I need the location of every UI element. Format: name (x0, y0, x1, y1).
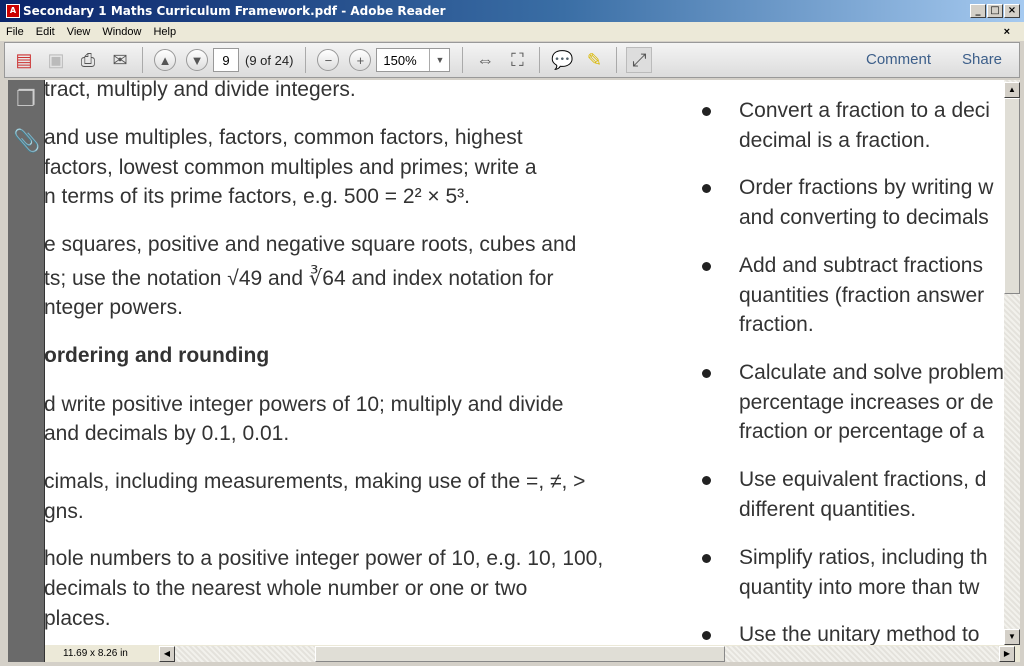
scroll-up-arrow-icon[interactable]: ▲ (1004, 82, 1020, 98)
page-size: 11.69 x 8.26 in (63, 648, 128, 659)
bullet-text-line: Calculate and solve problem (739, 361, 1004, 384)
bullet-icon (702, 476, 711, 485)
sticky-note-icon[interactable]: 💬 (549, 47, 575, 73)
bullet-text-line: percentage increases or de (739, 390, 994, 414)
bullet-icon (702, 554, 711, 563)
document-text-line: places. (45, 607, 111, 630)
scroll-left-arrow-icon[interactable]: ◀ (159, 646, 175, 662)
scroll-right-arrow-icon[interactable]: ▶ (999, 646, 1015, 662)
bullet-text-line: Use equivalent fractions, d (739, 468, 987, 491)
previous-page-icon[interactable]: ▲ (154, 49, 176, 71)
separator (539, 47, 541, 73)
bullet-text-line: and converting to decimals (739, 205, 989, 229)
navigation-pane: ❐ 📎 (8, 80, 45, 662)
highlight-text-icon[interactable]: ✎ (581, 47, 607, 73)
bullet-text-line: quantities (fraction answer (739, 283, 985, 307)
document-text-line: hole numbers to a positive integer power… (45, 547, 604, 570)
save-icon[interactable]: ▣ (43, 47, 69, 73)
horizontal-scroll-thumb[interactable] (315, 646, 725, 662)
next-page-icon[interactable]: ▼ (186, 49, 208, 71)
document-text-line: d write positive integer powers of 10; m… (45, 393, 564, 416)
bullet-text-line: fraction or percentage of a (739, 420, 985, 443)
document-text-line: decimals to the nearest whole number or … (45, 577, 528, 600)
separator (305, 47, 307, 73)
bullet-text-line: Simplify ratios, including th (739, 546, 988, 569)
share-button[interactable]: Share (962, 51, 1002, 68)
bullet-icon (702, 107, 711, 116)
zoom-select[interactable]: 150% ▼ (376, 48, 451, 72)
zoom-in-icon[interactable]: + (349, 49, 372, 71)
pages-icon[interactable]: ❐ (13, 86, 39, 112)
full-screen-icon[interactable]: ⤢ (626, 47, 653, 73)
document-text-line: nteger powers. (45, 296, 183, 319)
bullet-text-line: quantity into more than tw (739, 575, 980, 599)
fit-page-icon[interactable]: ⛶ (504, 47, 530, 73)
menu-edit[interactable]: Edit (30, 26, 61, 38)
create-pdf-icon[interactable]: ▤ (11, 47, 37, 73)
menu-file[interactable]: File (0, 26, 30, 38)
bullet-text-line: Convert a fraction to a deci (739, 99, 990, 122)
bullet-text-line: Add and subtract fractions (739, 254, 983, 277)
document-text-line: and use multiples, factors, common facto… (45, 126, 523, 149)
separator (616, 47, 618, 73)
comment-button[interactable]: Comment (866, 51, 931, 68)
page-count: (9 of 24) (245, 52, 294, 68)
close-button[interactable]: × (1004, 4, 1020, 18)
attachments-icon[interactable]: 📎 (13, 128, 40, 154)
zoom-out-icon[interactable]: − (317, 49, 340, 71)
scroll-thumb[interactable] (1004, 98, 1020, 294)
zoom-value: 150% (383, 52, 417, 68)
bullet-text-line: Order fractions by writing w (739, 176, 994, 199)
menu-bar: File Edit View Window Help × (0, 22, 1024, 41)
chevron-down-icon[interactable]: ▼ (429, 49, 449, 71)
document-text-line: gns. (45, 500, 84, 523)
minimize-button[interactable]: _ (970, 4, 986, 18)
bullet-icon (702, 369, 711, 378)
document-text-line: n terms of its prime factors, e.g. 500 =… (45, 185, 471, 208)
vertical-scrollbar[interactable]: ▲ ▼ (1004, 80, 1020, 645)
fit-width-icon[interactable]: ⇔ (472, 47, 498, 73)
title-bar: A Secondary 1 Maths Curriculum Framework… (0, 0, 1024, 22)
window-title: Secondary 1 Maths Curriculum Framework.p… (23, 4, 446, 18)
bullet-icon (702, 631, 711, 640)
separator (142, 47, 143, 73)
document-text-line: ts; use the notation √49 and ∛64 and ind… (45, 267, 554, 290)
separator (462, 47, 464, 73)
bullet-icon (702, 262, 711, 271)
bullet-text-line: different quantities. (739, 497, 917, 521)
scroll-down-arrow-icon[interactable]: ▼ (1004, 629, 1020, 645)
maximize-button[interactable]: □ (987, 4, 1003, 18)
close-document-button[interactable]: × (998, 26, 1016, 38)
status-bar: 11.69 x 8.26 in ◀ ▶ (45, 645, 1020, 662)
menu-window[interactable]: Window (96, 26, 147, 38)
document-page: tract, multiply and divide integers. and … (45, 80, 1004, 645)
document-text-line: factors, lowest common multiples and pri… (45, 156, 537, 179)
document-text-line: e squares, positive and negative square … (45, 233, 577, 256)
page-number-input[interactable]: 9 (213, 48, 239, 72)
bullet-icon (702, 184, 711, 193)
document-text-line: and decimals by 0.1, 0.01. (45, 422, 290, 445)
menu-view[interactable]: View (61, 26, 97, 38)
print-icon[interactable]: ⎙ (75, 47, 101, 73)
document-text-line: cimals, including measurements, making u… (45, 470, 586, 493)
document-text-line: tract, multiply and divide integers. (45, 80, 356, 101)
bullet-text-line: Use the unitary method to (739, 623, 980, 645)
document-text-line: ordering and rounding (45, 344, 270, 367)
menu-help[interactable]: Help (147, 26, 182, 38)
email-icon[interactable]: ✉ (107, 47, 133, 73)
adobe-reader-icon: A (6, 4, 20, 18)
bullet-text-line: decimal is a fraction. (739, 128, 931, 152)
horizontal-scrollbar[interactable]: ◀ ▶ (159, 646, 1015, 662)
toolbar: ▤ ▣ ⎙ ✉ ▲ ▼ 9 (9 of 24) − + 150% ▼ ⇔ ⛶ 💬 … (4, 42, 1020, 78)
bullet-text-line: fraction. (739, 313, 814, 336)
